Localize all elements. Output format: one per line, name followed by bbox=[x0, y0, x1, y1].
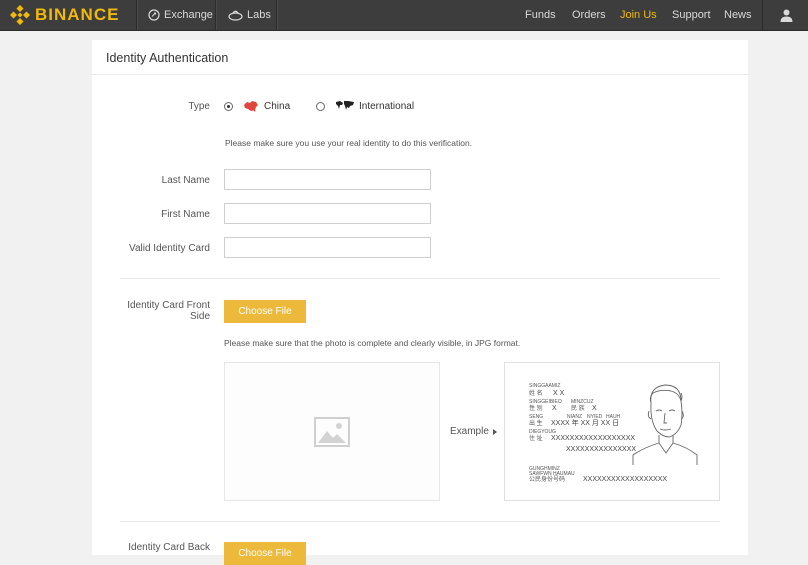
back-choose-file-button[interactable]: Choose File bbox=[224, 542, 306, 565]
last-name-input[interactable] bbox=[224, 169, 431, 190]
section-divider bbox=[120, 521, 720, 522]
id-card-input[interactable] bbox=[224, 237, 431, 258]
photo-hint: Please make sure that the photo is compl… bbox=[224, 338, 521, 348]
china-map-icon bbox=[244, 101, 258, 112]
nav-join-us[interactable]: Join Us bbox=[620, 0, 657, 30]
image-placeholder-icon bbox=[314, 416, 350, 447]
nav-exchange-label: Exchange bbox=[164, 9, 213, 21]
id-sample-text: X bbox=[552, 405, 557, 412]
id-sample-text: SINGGAAMIZ bbox=[529, 383, 561, 389]
world-map-icon bbox=[336, 101, 354, 110]
identity-hint: Please make sure you use your real ident… bbox=[225, 138, 473, 148]
nav-funds[interactable]: Funds bbox=[525, 0, 556, 30]
labs-icon bbox=[228, 10, 243, 21]
type-label: Type bbox=[188, 101, 210, 112]
nav-exchange[interactable]: Exchange bbox=[148, 0, 213, 30]
example-link[interactable]: Example bbox=[450, 426, 497, 437]
back-side-label: Identity Card Back bbox=[128, 542, 210, 553]
nav-labs-label: Labs bbox=[247, 9, 271, 21]
portrait-illustration bbox=[632, 384, 698, 465]
brand-logo[interactable]: BINANCE bbox=[10, 5, 119, 25]
id-sample-text: 公民身份号码 bbox=[529, 477, 566, 483]
identity-auth-card: Identity Authentication Type China Inter… bbox=[92, 40, 748, 565]
china-option-label[interactable]: China bbox=[264, 101, 290, 112]
id-sample-text: X bbox=[592, 405, 597, 412]
id-sample-text: XXXXXXXXXXXXXXX bbox=[566, 446, 637, 453]
id-sample-text: 住 址 bbox=[529, 436, 543, 442]
id-sample-text: XXXX 年 XX 月 XX 日 bbox=[551, 420, 620, 427]
first-name-label: First Name bbox=[161, 209, 210, 220]
brand-name: BINANCE bbox=[35, 5, 120, 24]
id-sample-text: SENG bbox=[529, 414, 544, 420]
first-name-input[interactable] bbox=[224, 203, 431, 224]
international-option-label[interactable]: International bbox=[359, 101, 414, 112]
id-sample-text: 民 族 bbox=[571, 406, 585, 412]
nav-divider bbox=[276, 0, 278, 30]
card-header-divider bbox=[92, 74, 748, 75]
card-title: Identity Authentication bbox=[106, 51, 229, 65]
nav-divider bbox=[136, 0, 138, 30]
last-name-label: Last Name bbox=[161, 175, 210, 186]
nav-labs[interactable]: Labs bbox=[228, 0, 271, 30]
example-label: Example bbox=[450, 426, 489, 437]
user-icon bbox=[780, 9, 792, 22]
nav-support[interactable]: Support bbox=[672, 0, 711, 30]
id-sample-text: X X bbox=[553, 390, 565, 397]
id-sample-text: 性 别 bbox=[529, 406, 543, 412]
front-side-label: Identity Card Front Side bbox=[102, 300, 210, 322]
front-upload-preview[interactable] bbox=[224, 362, 440, 501]
exchange-icon bbox=[148, 9, 160, 21]
id-sample-text: 出 生 bbox=[529, 421, 543, 427]
user-menu[interactable] bbox=[762, 0, 808, 30]
id-card-example-image: SINGGAAMIZ 姓 名 X X SINGGEIBIEO MINZCUZ 性… bbox=[504, 362, 720, 501]
id-sample-text: XXXXXXXXXXXXXXXXXX bbox=[551, 435, 636, 442]
nav-news[interactable]: News bbox=[724, 0, 752, 30]
id-sample-text: MINZCUZ bbox=[571, 399, 594, 405]
radio-china[interactable] bbox=[224, 102, 233, 111]
id-sample-text: 姓 名 bbox=[529, 391, 543, 397]
radio-international[interactable] bbox=[316, 102, 325, 111]
top-nav-bar: BINANCE Exchange Labs Funds Orders Join … bbox=[0, 0, 808, 31]
id-card-label: Valid Identity Card bbox=[129, 243, 210, 254]
binance-logo-icon bbox=[10, 5, 30, 25]
front-side-label-line1: Identity Card Front bbox=[127, 300, 210, 311]
caret-right-icon bbox=[492, 428, 497, 435]
front-side-label-line2: Side bbox=[189, 311, 210, 322]
nav-orders[interactable]: Orders bbox=[572, 0, 606, 30]
nav-divider bbox=[215, 0, 217, 30]
section-divider bbox=[120, 278, 720, 279]
id-sample-text: XXXXXXXXXXXXXXXXXX bbox=[583, 476, 668, 483]
front-choose-file-button[interactable]: Choose File bbox=[224, 300, 306, 323]
